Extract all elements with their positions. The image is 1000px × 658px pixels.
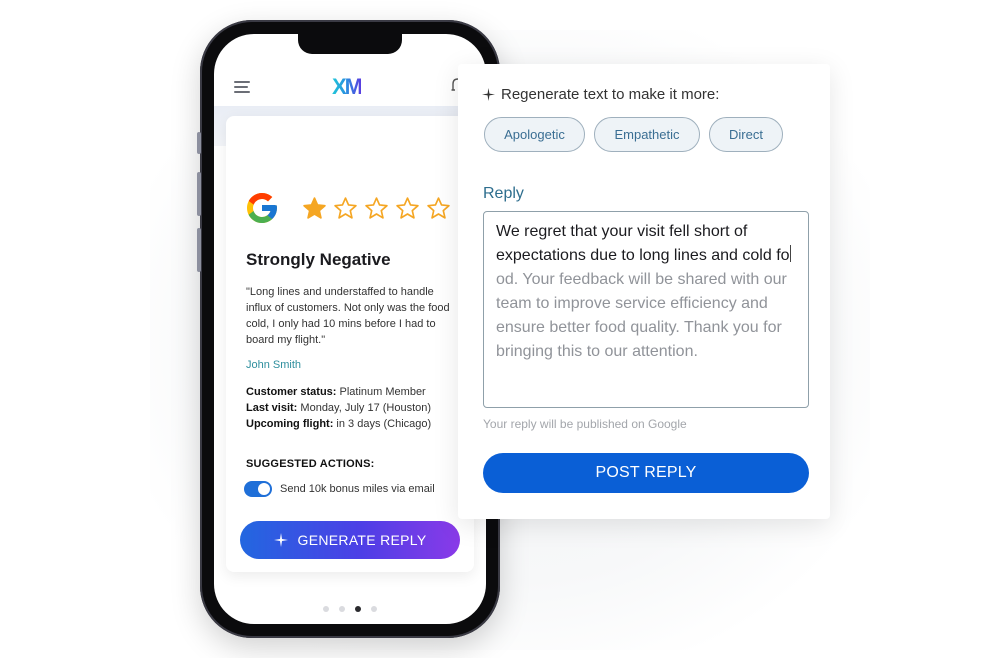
hamburger-menu-icon[interactable] — [234, 81, 250, 93]
generate-reply-button[interactable]: GENERATE REPLY — [240, 521, 460, 559]
text-caret — [789, 245, 791, 262]
tone-options: Apologetic Empathetic Direct — [484, 117, 783, 152]
phone-side-button — [197, 132, 201, 154]
star-filled-icon — [303, 197, 326, 219]
publish-note: Your reply will be published on Google — [483, 417, 687, 431]
star-empty-icon — [427, 197, 450, 219]
phone-frame: XM Strongly Negative "Long lines and und… — [197, 20, 500, 638]
reply-label: Reply — [483, 185, 524, 202]
phone-notch — [298, 34, 402, 54]
bonus-miles-toggle[interactable] — [244, 481, 272, 497]
reply-textarea[interactable]: We regret that your visit fell short of … — [483, 211, 809, 408]
pagination-dot[interactable] — [323, 606, 329, 612]
suggested-action-item: Send 10k bonus miles via email — [244, 481, 435, 497]
reply-typed-text: We regret that your visit fell short of … — [496, 223, 790, 264]
reply-panel: Regenerate text to make it more: Apologe… — [458, 64, 830, 519]
star-empty-icon — [365, 197, 388, 219]
regenerate-label: Regenerate text to make it more: — [501, 86, 720, 103]
review-author[interactable]: John Smith — [246, 359, 301, 371]
sparkle-icon — [482, 88, 495, 101]
star-empty-icon — [396, 197, 419, 219]
phone-volume-down-button — [197, 228, 201, 272]
pagination-dots — [214, 606, 486, 612]
tone-chip-apologetic[interactable]: Apologetic — [484, 117, 585, 152]
suggested-actions-title: SUGGESTED ACTIONS: — [246, 458, 375, 470]
customer-status: Customer status: Platinum Member — [246, 386, 426, 398]
phone-screen: XM Strongly Negative "Long lines and und… — [214, 34, 486, 624]
xm-logo: XM — [332, 74, 363, 99]
upcoming-flight: Upcoming flight: in 3 days (Chicago) — [246, 418, 432, 430]
tone-chip-direct[interactable]: Direct — [709, 117, 783, 152]
action-label: Send 10k bonus miles via email — [280, 483, 435, 495]
google-icon — [247, 193, 277, 223]
generate-reply-label: GENERATE REPLY — [297, 532, 427, 548]
review-card: Strongly Negative "Long lines and unders… — [226, 116, 474, 572]
pagination-dot[interactable] — [339, 606, 345, 612]
last-visit: Last visit: Monday, July 17 (Houston) — [246, 402, 432, 414]
regenerate-row: Regenerate text to make it more: — [482, 86, 719, 103]
app-header: XM — [214, 54, 486, 112]
reply-pending-text: od. Your feedback will be shared with ou… — [496, 271, 787, 360]
phone-volume-up-button — [197, 172, 201, 216]
pagination-dot[interactable] — [355, 606, 361, 612]
customer-meta: Customer status: Platinum Member Last vi… — [246, 384, 431, 432]
star-rating — [302, 196, 451, 221]
sentiment-heading: Strongly Negative — [246, 250, 391, 269]
tone-chip-empathetic[interactable]: Empathetic — [594, 117, 700, 152]
review-quote: "Long lines and understaffed to handle i… — [246, 286, 450, 346]
sparkle-icon — [273, 533, 288, 547]
post-reply-button[interactable]: POST REPLY — [483, 453, 809, 493]
star-empty-icon — [334, 197, 357, 219]
pagination-dot[interactable] — [371, 606, 377, 612]
